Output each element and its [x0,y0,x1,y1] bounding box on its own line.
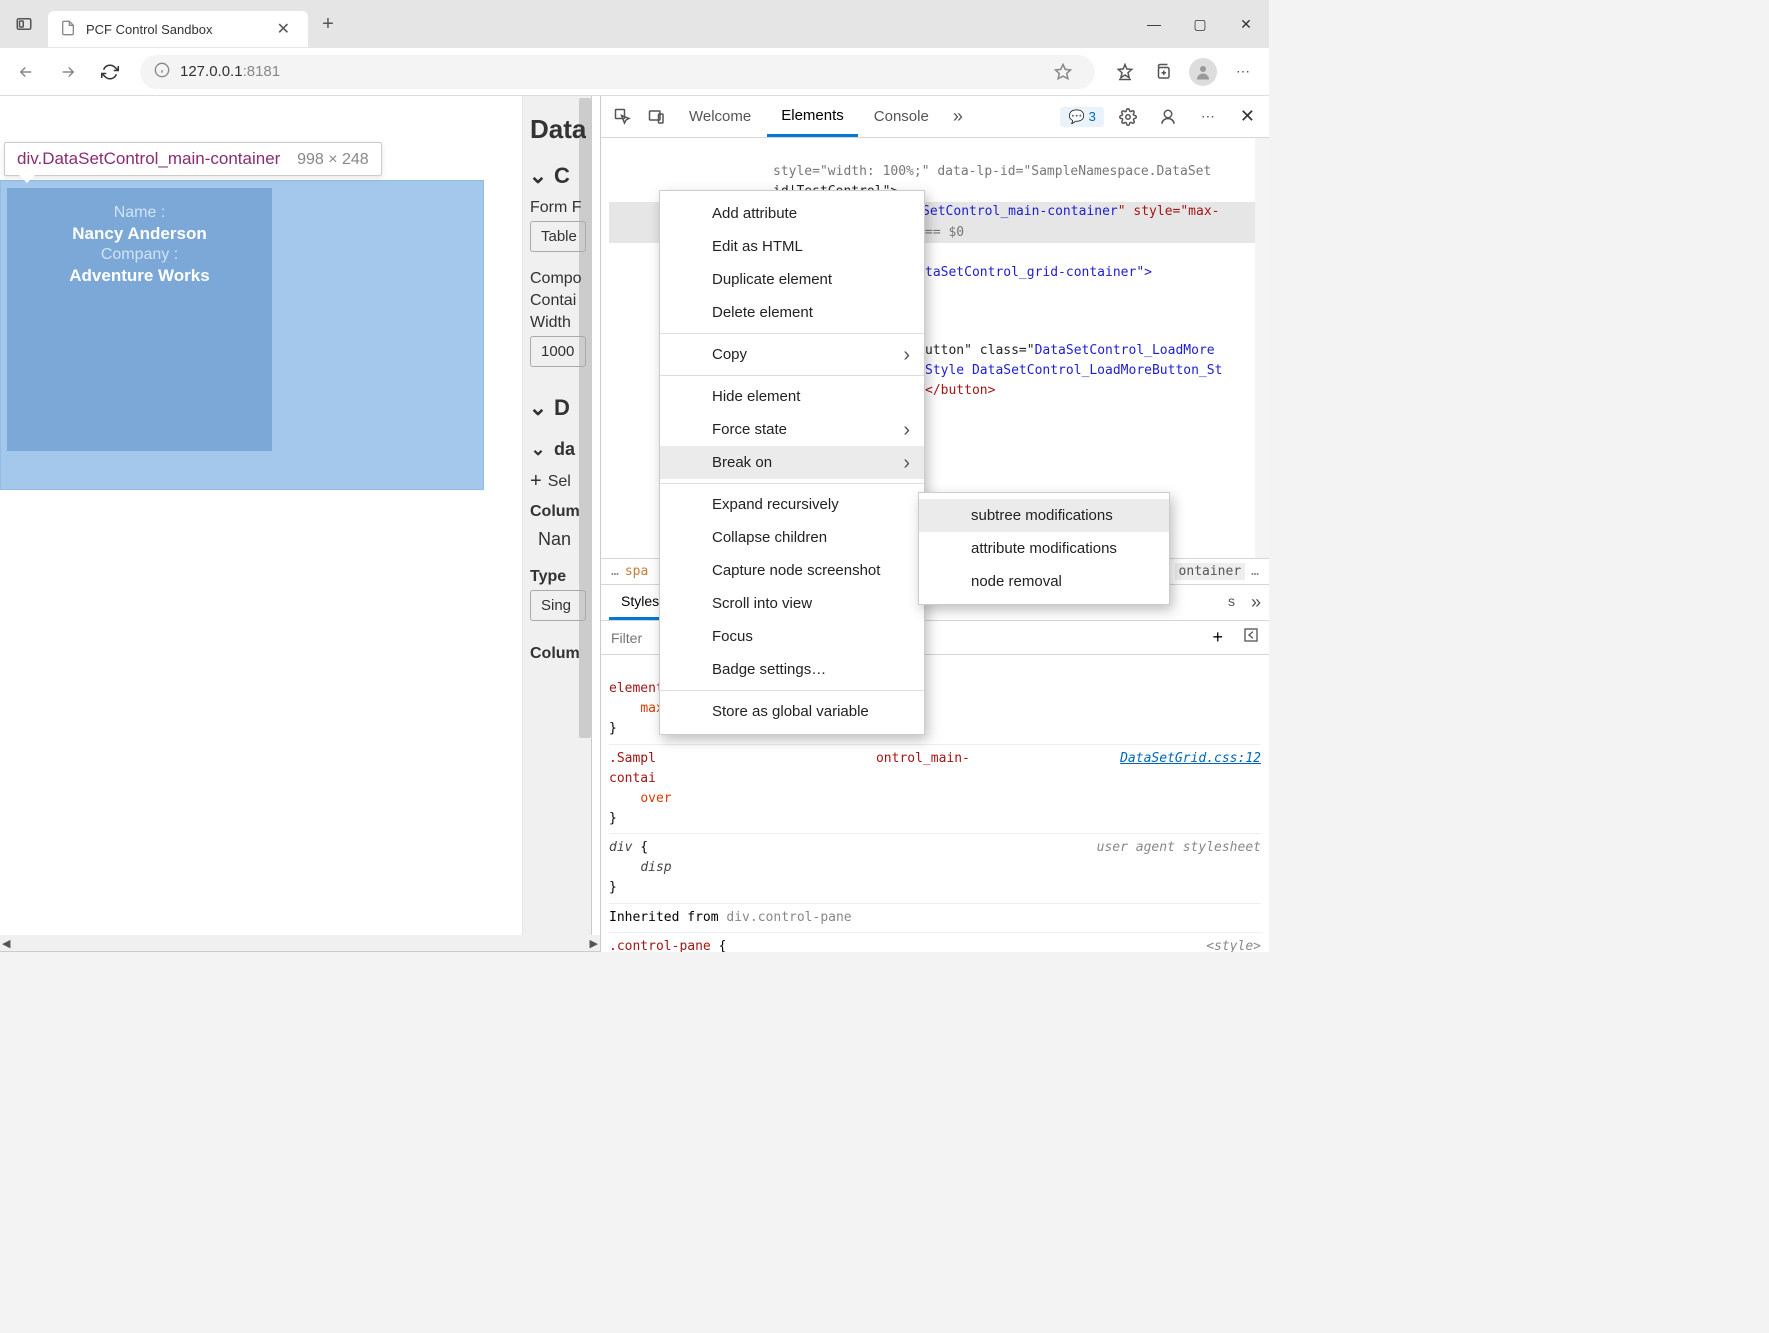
minimize-button[interactable]: — [1131,8,1177,40]
css-source-link[interactable]: DataSetGrid.css:12 [1120,751,1261,766]
ctx-add-attribute[interactable]: Add attribute [660,197,924,230]
browser-tab[interactable]: PCF Control Sandbox ✕ [48,11,308,47]
favorites-button[interactable] [1107,54,1143,90]
tab-title: PCF Control Sandbox [86,22,261,37]
collections-button[interactable] [1145,54,1181,90]
ctx-copy[interactable]: Copy [660,338,924,371]
more-tabs-button[interactable]: » [945,106,971,127]
form-factor-label: Form F [530,199,586,217]
ctx-collapse[interactable]: Collapse children [660,521,924,554]
title-bar: PCF Control Sandbox ✕ + — ▢ ✕ [0,0,1269,48]
side-form-panel: Data ⌄C Form F Table Compo Contai Width … [530,96,586,935]
refresh-button[interactable] [92,54,128,90]
ctx-focus[interactable]: Focus [660,620,924,653]
component-label-2: Contai [530,292,586,310]
ctx-screenshot[interactable]: Capture node screenshot [660,554,924,587]
chevron-down-icon: ⌄ [530,168,546,184]
url-text: 127.0.0.1:8181 [180,63,280,80]
feedback-button[interactable] [1152,101,1184,133]
form-factor-select[interactable]: Table [530,221,586,252]
ctx-attr-mod[interactable]: attribute modifications [919,532,1169,565]
column-label-2: Colum [530,645,586,663]
ctx-duplicate[interactable]: Duplicate element [660,263,924,296]
data-card[interactable]: Name : Nancy Anderson Company : Adventur… [7,188,272,451]
tab-welcome[interactable]: Welcome [675,98,765,135]
issues-badge[interactable]: 💬3 [1060,107,1103,127]
add-icon[interactable]: + [530,470,542,493]
profile-button[interactable] [1189,58,1217,86]
devtools-tabs: Welcome Elements Console » 💬3 ⋯ ✕ [601,96,1269,138]
new-tab-button[interactable]: + [308,4,348,44]
nav-bar: 127.0.0.1:8181 ⋯ [0,48,1269,96]
tab-elements[interactable]: Elements [767,97,858,137]
more-button[interactable]: ⋯ [1192,101,1224,133]
tab-close-button[interactable]: ✕ [271,17,296,41]
ctx-delete[interactable]: Delete element [660,296,924,329]
context-menu[interactable]: Add attribute Edit as HTML Duplicate ele… [659,190,925,735]
toggle-computed-button[interactable] [1233,621,1269,654]
company-label: Company : [7,246,272,264]
ctx-badge[interactable]: Badge settings… [660,653,924,686]
ctx-scroll[interactable]: Scroll into view [660,587,924,620]
ctx-expand[interactable]: Expand recursively [660,488,924,521]
type-select[interactable]: Sing [530,590,586,621]
data-section[interactable]: ⌄D [530,395,586,421]
close-window-button[interactable]: ✕ [1223,8,1269,40]
width-input[interactable]: 1000 [530,336,586,367]
column-label: Colum [530,503,586,521]
name-value: Nancy Anderson [7,224,272,244]
name-label: Name : [7,204,272,222]
forward-button[interactable] [50,54,86,90]
device-toolbar-button[interactable] [641,101,673,133]
back-button[interactable] [8,54,44,90]
context-submenu-break-on[interactable]: subtree modifications attribute modifica… [918,492,1170,605]
context-section[interactable]: ⌄C [530,163,586,189]
more-styles-button[interactable]: » [1251,592,1261,613]
site-info-icon[interactable] [154,62,170,81]
dataset-subsection[interactable]: ⌄da [530,439,586,460]
favorite-button[interactable] [1045,54,1081,90]
tab-overview-button[interactable] [0,0,48,48]
ctx-force-state[interactable]: Force state [660,413,924,446]
ctx-subtree-mod[interactable]: subtree modifications [919,499,1169,532]
window-controls: — ▢ ✕ [1131,8,1269,40]
maximize-button[interactable]: ▢ [1177,8,1223,40]
ctx-store-global[interactable]: Store as global variable [660,695,924,728]
type-label: Type [530,568,586,586]
ctx-hide[interactable]: Hide element [660,380,924,413]
chevron-down-icon: ⌄ [530,400,546,416]
ctx-break-on[interactable]: Break on [660,446,924,479]
settings-button[interactable] [1112,101,1144,133]
new-style-button[interactable]: + [1202,621,1233,654]
address-bar[interactable]: 127.0.0.1:8181 [140,55,1095,89]
horizontal-scrollbar[interactable]: ◀▶ [0,935,600,951]
company-value: Adventure Works [7,266,272,286]
tab-console[interactable]: Console [860,98,943,135]
page-icon [60,20,76,39]
column-name: Nan [530,525,586,560]
inspected-element-highlight: Name : Nancy Anderson Company : Adventur… [0,180,484,490]
inspect-button[interactable] [607,101,639,133]
panel-title: Data [530,114,586,145]
more-style-tab[interactable]: s [1216,585,1247,620]
page-content: div.DataSetControl_main-container 998 × … [0,96,600,952]
select-label: Sel [548,473,571,491]
element-tooltip: div.DataSetControl_main-container 998 × … [4,142,382,176]
component-label-1: Compo [530,270,586,288]
ctx-node-removal[interactable]: node removal [919,565,1169,598]
dom-scrollbar[interactable] [1255,138,1269,558]
chevron-down-icon: ⌄ [530,442,546,458]
menu-button[interactable]: ⋯ [1225,54,1261,90]
devtools-close-button[interactable]: ✕ [1232,102,1263,131]
ctx-edit-html[interactable]: Edit as HTML [660,230,924,263]
width-label: Width [530,314,586,332]
